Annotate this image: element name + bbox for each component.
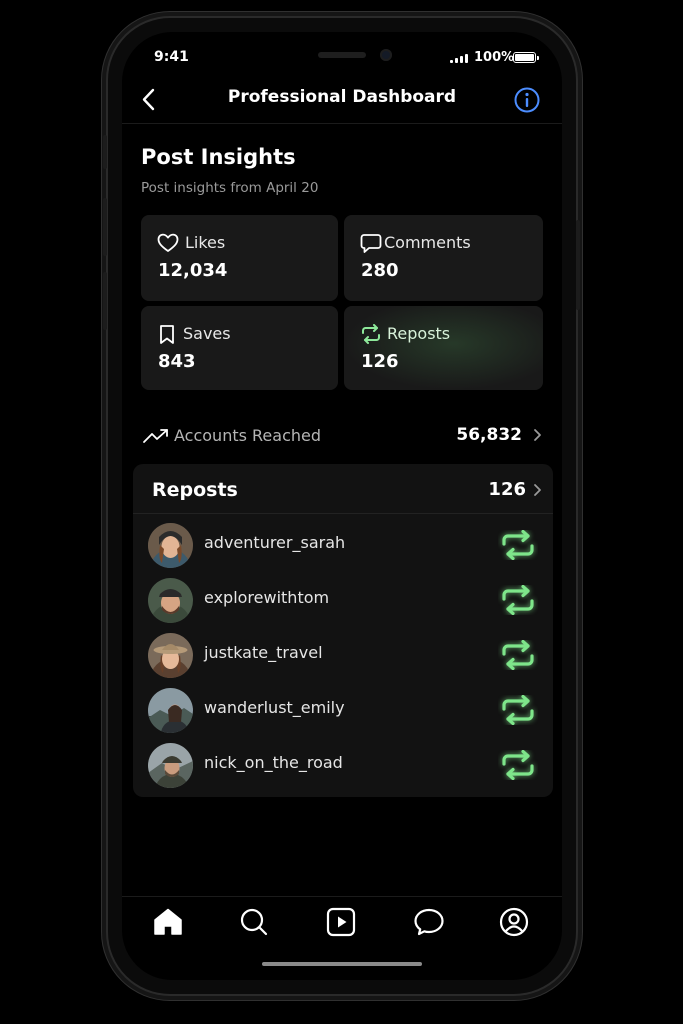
stat-card-reposts[interactable]: Reposts 126 — [344, 306, 543, 390]
list-item[interactable]: adventurer_sarah — [133, 521, 553, 571]
list-item[interactable]: explorewithtom — [133, 576, 553, 626]
tabbar-divider — [122, 896, 562, 897]
saves-label: Saves — [183, 324, 231, 343]
signal-icon — [450, 54, 468, 63]
avatar — [148, 523, 193, 568]
home-indicator[interactable] — [262, 962, 422, 966]
tab-home[interactable] — [150, 904, 186, 940]
chevron-right-icon — [534, 429, 541, 441]
status-time: 9:41 — [154, 49, 189, 65]
likes-value: 12,034 — [158, 260, 228, 281]
repost-icon[interactable] — [498, 695, 538, 725]
comments-label: Comments — [384, 233, 471, 252]
search-icon — [240, 908, 268, 936]
accounts-reached-value: 56,832 — [456, 425, 522, 445]
front-camera — [380, 49, 392, 61]
chevron-right-icon — [534, 484, 541, 496]
insights-subtitle: Post insights from April 20 — [141, 180, 319, 196]
likes-label: Likes — [185, 233, 226, 252]
accounts-reached-label: Accounts Reached — [174, 426, 322, 445]
reposts-card-title: Reposts — [152, 479, 238, 501]
avatar — [148, 743, 193, 788]
reposts-card-count: 126 — [488, 479, 526, 500]
repost-icon[interactable] — [498, 530, 538, 560]
list-item[interactable]: wanderlust_emily — [133, 686, 553, 736]
info-button[interactable] — [513, 86, 541, 114]
insights-title: Post Insights — [141, 145, 296, 169]
reposts-value: 126 — [361, 351, 399, 372]
home-icon — [154, 908, 182, 935]
nav-divider — [122, 123, 562, 124]
messages-icon — [414, 908, 444, 936]
username: explorewithtom — [204, 588, 330, 607]
avatar — [148, 633, 193, 678]
repost-icon[interactable] — [498, 750, 538, 780]
tab-reels[interactable] — [323, 904, 359, 940]
saves-value: 843 — [158, 351, 196, 372]
reposts-card: Reposts 126 adventurer_sarah explorewith… — [133, 464, 553, 797]
tab-messages[interactable] — [411, 904, 447, 940]
stat-card-saves[interactable]: Saves 843 — [141, 306, 338, 390]
comments-value: 280 — [361, 260, 399, 281]
repost-icon[interactable] — [498, 640, 538, 670]
username: justkate_travel — [204, 643, 323, 662]
volume-up-button — [103, 198, 107, 256]
username: wanderlust_emily — [204, 698, 345, 717]
reels-icon — [326, 907, 356, 937]
page-title: Professional Dashboard — [227, 87, 457, 107]
speaker-grille — [318, 52, 366, 58]
reposts-label: Reposts — [387, 324, 451, 343]
stat-card-comments[interactable]: Comments 280 — [344, 215, 543, 301]
heart-icon — [157, 233, 179, 252]
volume-down-button — [103, 272, 107, 330]
repost-icon[interactable] — [498, 585, 538, 615]
mute-switch — [103, 135, 107, 169]
repost-icon — [362, 324, 380, 344]
list-item[interactable]: nick_on_the_road — [133, 741, 553, 791]
trending-up-icon — [143, 429, 168, 443]
username: nick_on_the_road — [204, 753, 343, 772]
list-item[interactable]: justkate_travel — [133, 631, 553, 681]
comment-icon — [360, 234, 382, 253]
username: adventurer_sarah — [204, 533, 346, 552]
power-button — [576, 220, 580, 310]
battery-icon — [513, 52, 539, 63]
screen: 9:41 100% Professional Dashboard Post In… — [122, 32, 562, 980]
profile-icon — [499, 907, 529, 937]
bookmark-icon — [160, 325, 174, 344]
avatar — [148, 578, 193, 623]
tab-profile[interactable] — [496, 904, 532, 940]
avatar — [148, 688, 193, 733]
reposts-divider — [133, 513, 553, 514]
tab-search[interactable] — [236, 904, 272, 940]
stat-card-likes[interactable]: Likes 12,034 — [141, 215, 338, 301]
info-icon — [514, 87, 540, 113]
battery-percent: 100% — [474, 50, 515, 65]
